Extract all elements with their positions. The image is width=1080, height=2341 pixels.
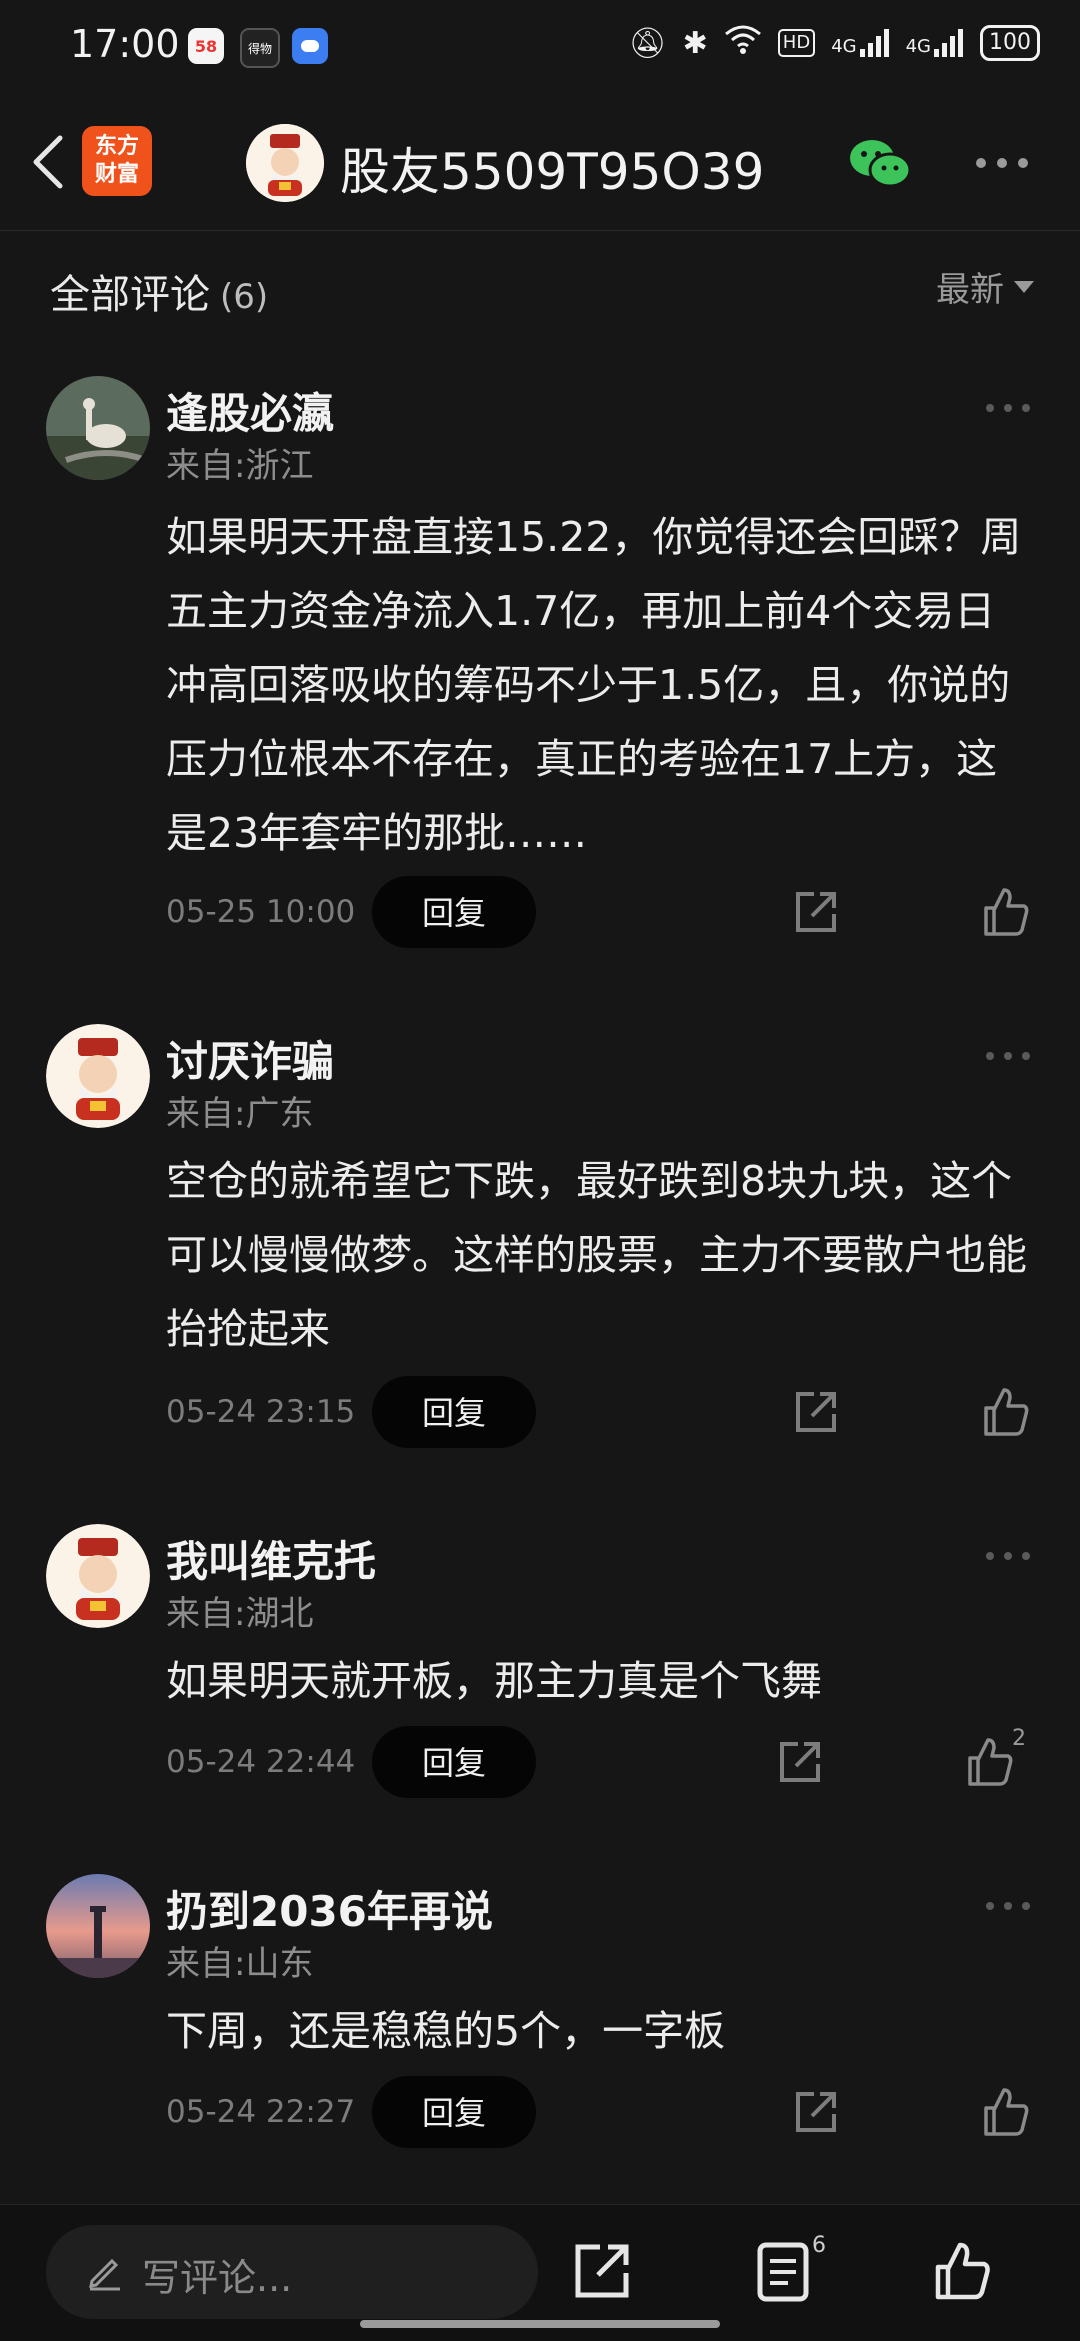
page-title: 股友5509T95O39 [340, 143, 765, 201]
comment-input-placeholder: 写评论... [142, 2256, 293, 2300]
status-bar: 17:00 58 得物 🔕︎ ✱ HD 4G 4G 100 [0, 0, 1080, 96]
comments-heading-label: 全部评论 [50, 272, 210, 318]
thumbs-up-icon[interactable] [964, 1736, 1016, 1788]
comments-heading: 全部评论 (6) [50, 262, 268, 320]
share-icon[interactable] [792, 1388, 840, 1436]
comment-actions: 05-24 22:44 回复 2 [0, 1726, 1080, 1798]
more-options-icon[interactable] [974, 156, 1030, 170]
reply-button[interactable]: 回复 [372, 876, 536, 948]
thumbs-up-icon[interactable] [980, 1386, 1032, 1438]
sort-dropdown[interactable]: 最新 [936, 262, 1034, 311]
sort-label: 最新 [936, 270, 1004, 310]
pen-icon [89, 2258, 120, 2291]
user-name[interactable]: 扔到2036年再说 [166, 1878, 493, 1939]
thumbs-up-icon[interactable] [932, 2241, 992, 2301]
signal-icon-1: 4G [831, 29, 889, 57]
app-58-icon: 58 [188, 28, 224, 64]
share-icon[interactable] [572, 2241, 632, 2301]
comment-time: 05-24 22:27 [166, 2094, 356, 2130]
user-name[interactable]: 逢股必瀛 [166, 380, 334, 441]
user-avatar[interactable] [46, 376, 150, 480]
app-meet-icon [292, 28, 328, 64]
eastmoney-logo[interactable]: 东方 财富 [82, 126, 152, 196]
caret-down-icon [1014, 280, 1034, 293]
wechat-share-icon[interactable] [848, 136, 912, 190]
comments-list-icon[interactable] [756, 2241, 814, 2303]
app-dewu-icon: 得物 [240, 28, 280, 68]
reply-button[interactable]: 回复 [372, 2076, 536, 2148]
wifi-icon [724, 24, 762, 62]
back-arrow-icon[interactable] [26, 132, 70, 192]
comment-text[interactable]: 空仓的就希望它下跌，最好跌到8块九块，这个可以慢慢做梦。这样的股票，主力不要散户… [166, 1144, 1036, 1366]
user-avatar[interactable] [46, 1024, 150, 1128]
logo-text-top: 东方 [94, 134, 139, 159]
comment-actions: 05-24 23:15 回复 [0, 1376, 1080, 1448]
share-icon[interactable] [792, 888, 840, 936]
reply-button[interactable]: 回复 [372, 1376, 536, 1448]
reply-button[interactable]: 回复 [372, 1726, 536, 1798]
hd-badge: HD [777, 29, 816, 57]
like-count: 2 [1012, 1726, 1026, 1751]
thumbs-up-icon[interactable] [980, 2086, 1032, 2138]
user-location: 来自:山东 [166, 1944, 314, 1984]
top-nav-bar: 东方 财富 股友5509T95O39 [0, 96, 1080, 231]
comment-time: 05-25 10:00 [166, 894, 356, 930]
user-avatar[interactable] [46, 1524, 150, 1628]
user-name[interactable]: 讨厌诈骗 [166, 1028, 334, 1089]
status-time: 17:00 [70, 22, 180, 66]
thumbs-up-icon[interactable] [980, 886, 1032, 938]
comment-time: 05-24 22:44 [166, 1744, 356, 1780]
comment-actions: 05-25 10:00 回复 [0, 876, 1080, 948]
silent-icon: 🔕︎ [628, 25, 667, 61]
bluetooth-icon: ✱ [682, 25, 708, 61]
share-icon[interactable] [776, 1738, 824, 1786]
user-avatar[interactable] [46, 1874, 150, 1978]
user-name[interactable]: 我叫维克托 [166, 1528, 376, 1589]
comment-more-icon[interactable] [984, 402, 1032, 414]
home-indicator[interactable] [360, 2320, 720, 2328]
comments-count: (6) [220, 277, 269, 317]
comment-text[interactable]: 如果明天开盘直接15.22，你觉得还会回踩？周五主力资金净流入1.7亿，再加上前… [166, 500, 1036, 870]
comment-time: 05-24 23:15 [166, 1394, 356, 1430]
battery-indicator: 100 [980, 25, 1040, 61]
comment-more-icon[interactable] [984, 1900, 1032, 1912]
comment-input[interactable]: 写评论... [46, 2225, 538, 2319]
user-location: 来自:广东 [166, 1094, 314, 1134]
comment-actions: 05-24 22:27 回复 [0, 2076, 1080, 2148]
comment-text[interactable]: 如果明天就开板，那主力真是个飞舞 [166, 1644, 1036, 1718]
author-avatar[interactable] [246, 124, 324, 202]
comment-text[interactable]: 下周，还是稳稳的5个，一字板 [166, 1994, 1036, 2068]
user-location: 来自:湖北 [166, 1594, 314, 1634]
comment-count-badge: 6 [812, 2233, 826, 2258]
logo-text-bottom: 财富 [94, 162, 139, 187]
comment-more-icon[interactable] [984, 1550, 1032, 1562]
signal-icon-2: 4G [906, 29, 964, 57]
share-icon[interactable] [792, 2088, 840, 2136]
user-location: 来自:浙江 [166, 446, 314, 486]
comment-more-icon[interactable] [984, 1050, 1032, 1062]
